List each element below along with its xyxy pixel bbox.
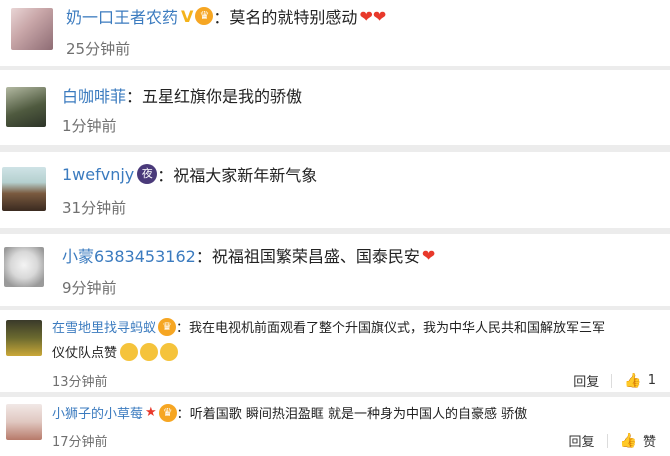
comment-username[interactable]: 小狮子的小草莓 <box>52 403 143 422</box>
reply-button[interactable]: 回复 <box>569 431 595 450</box>
comment-text: 听着国歌 瞬间热泪盈眶 就是一种身为中国人的自豪感 骄傲 <box>189 407 528 422</box>
comment-time: 25分钟前 <box>66 40 131 58</box>
comment-card: 小狮子的小草莓 ★ ♛ ： 听着国歌 瞬间热泪盈眶 就是一种身为中国人的自豪感 … <box>0 397 670 456</box>
comment-username[interactable]: 白咖啡菲 <box>62 83 126 107</box>
crying-emoji-icon <box>160 342 179 361</box>
verified-v-icon: V <box>181 6 194 26</box>
comment-text: 祝福祖国繁荣昌盛、国泰民安 <box>211 247 420 266</box>
heart-emoji-icon: ❤ <box>421 245 436 265</box>
crying-emoji-icon <box>120 342 139 361</box>
night-badge-icon: 夜 <box>137 164 158 184</box>
crown-badge-icon: ♛ <box>158 403 177 422</box>
comment-username[interactable]: 奶一口王者农药 <box>66 4 178 28</box>
avatar[interactable] <box>11 8 53 50</box>
divider <box>606 433 608 448</box>
comment-card: 小蒙6383453162 ： 祝福祖国繁荣昌盛、国泰民安 ❤ 9分钟前 <box>0 234 670 306</box>
comment-card: 白咖啡菲 ： 五星红旗你是我的骄傲 1分钟前 <box>0 70 670 145</box>
like-count: 1 <box>647 373 656 388</box>
like-button-label[interactable]: 赞 <box>643 431 656 450</box>
thumbs-up-icon[interactable]: 👍 <box>620 433 637 449</box>
red-star-badge-icon: ★ <box>145 405 157 420</box>
comment-time: 9分钟前 <box>62 279 117 297</box>
heart-emoji-icon: ❤❤ <box>359 6 387 26</box>
thumbs-up-icon[interactable]: 👍 <box>624 373 641 389</box>
comment-time: 1分钟前 <box>62 117 117 135</box>
comment-card: 在雪地里找寻蚂蚁 ♛ ： 我在电视机前面观看了整个升国旗仪式，我为中华人民共和国… <box>0 310 670 392</box>
crying-emoji-icon <box>140 342 159 361</box>
comment-feed: 奶一口王者农药 V ♛ ： 莫名的就特别感动 ❤❤ 25分钟前 白咖啡菲 ： 五… <box>0 0 670 456</box>
comment-time: 31分钟前 <box>62 199 127 217</box>
comment-time: 13分钟前 <box>52 375 108 390</box>
reply-button[interactable]: 回复 <box>573 371 599 390</box>
crown-badge-icon: ♛ <box>195 7 214 25</box>
comment-time: 17分钟前 <box>52 435 108 450</box>
crown-badge-icon: ♛ <box>158 317 177 336</box>
comment-username[interactable]: 小蒙6383453162 <box>62 243 196 267</box>
comment-text: 五星红旗你是我的骄傲 <box>142 87 303 106</box>
comment-card: 1wefvnjy 夜 ： 祝福大家新年新气象 31分钟前 <box>0 152 670 228</box>
comment-text: 祝福大家新年新气象 <box>173 166 318 185</box>
avatar[interactable] <box>4 247 44 287</box>
avatar[interactable] <box>6 404 42 440</box>
avatar[interactable] <box>6 320 42 356</box>
comment-username[interactable]: 在雪地里找寻蚂蚁 <box>52 317 156 336</box>
divider <box>611 373 613 388</box>
comment-text-continued: 仪仗队点赞 <box>52 346 118 361</box>
comment-text: 莫名的就特别感动 <box>229 8 358 27</box>
comment-card: 奶一口王者农药 V ♛ ： 莫名的就特别感动 ❤❤ 25分钟前 <box>0 0 670 66</box>
avatar[interactable] <box>2 167 46 211</box>
avatar[interactable] <box>6 87 46 127</box>
comment-text: 我在电视机前面观看了整个升国旗仪式，我为中华人民共和国解放军三军 <box>189 321 606 336</box>
comment-username[interactable]: 1wefvnjy <box>62 165 134 184</box>
